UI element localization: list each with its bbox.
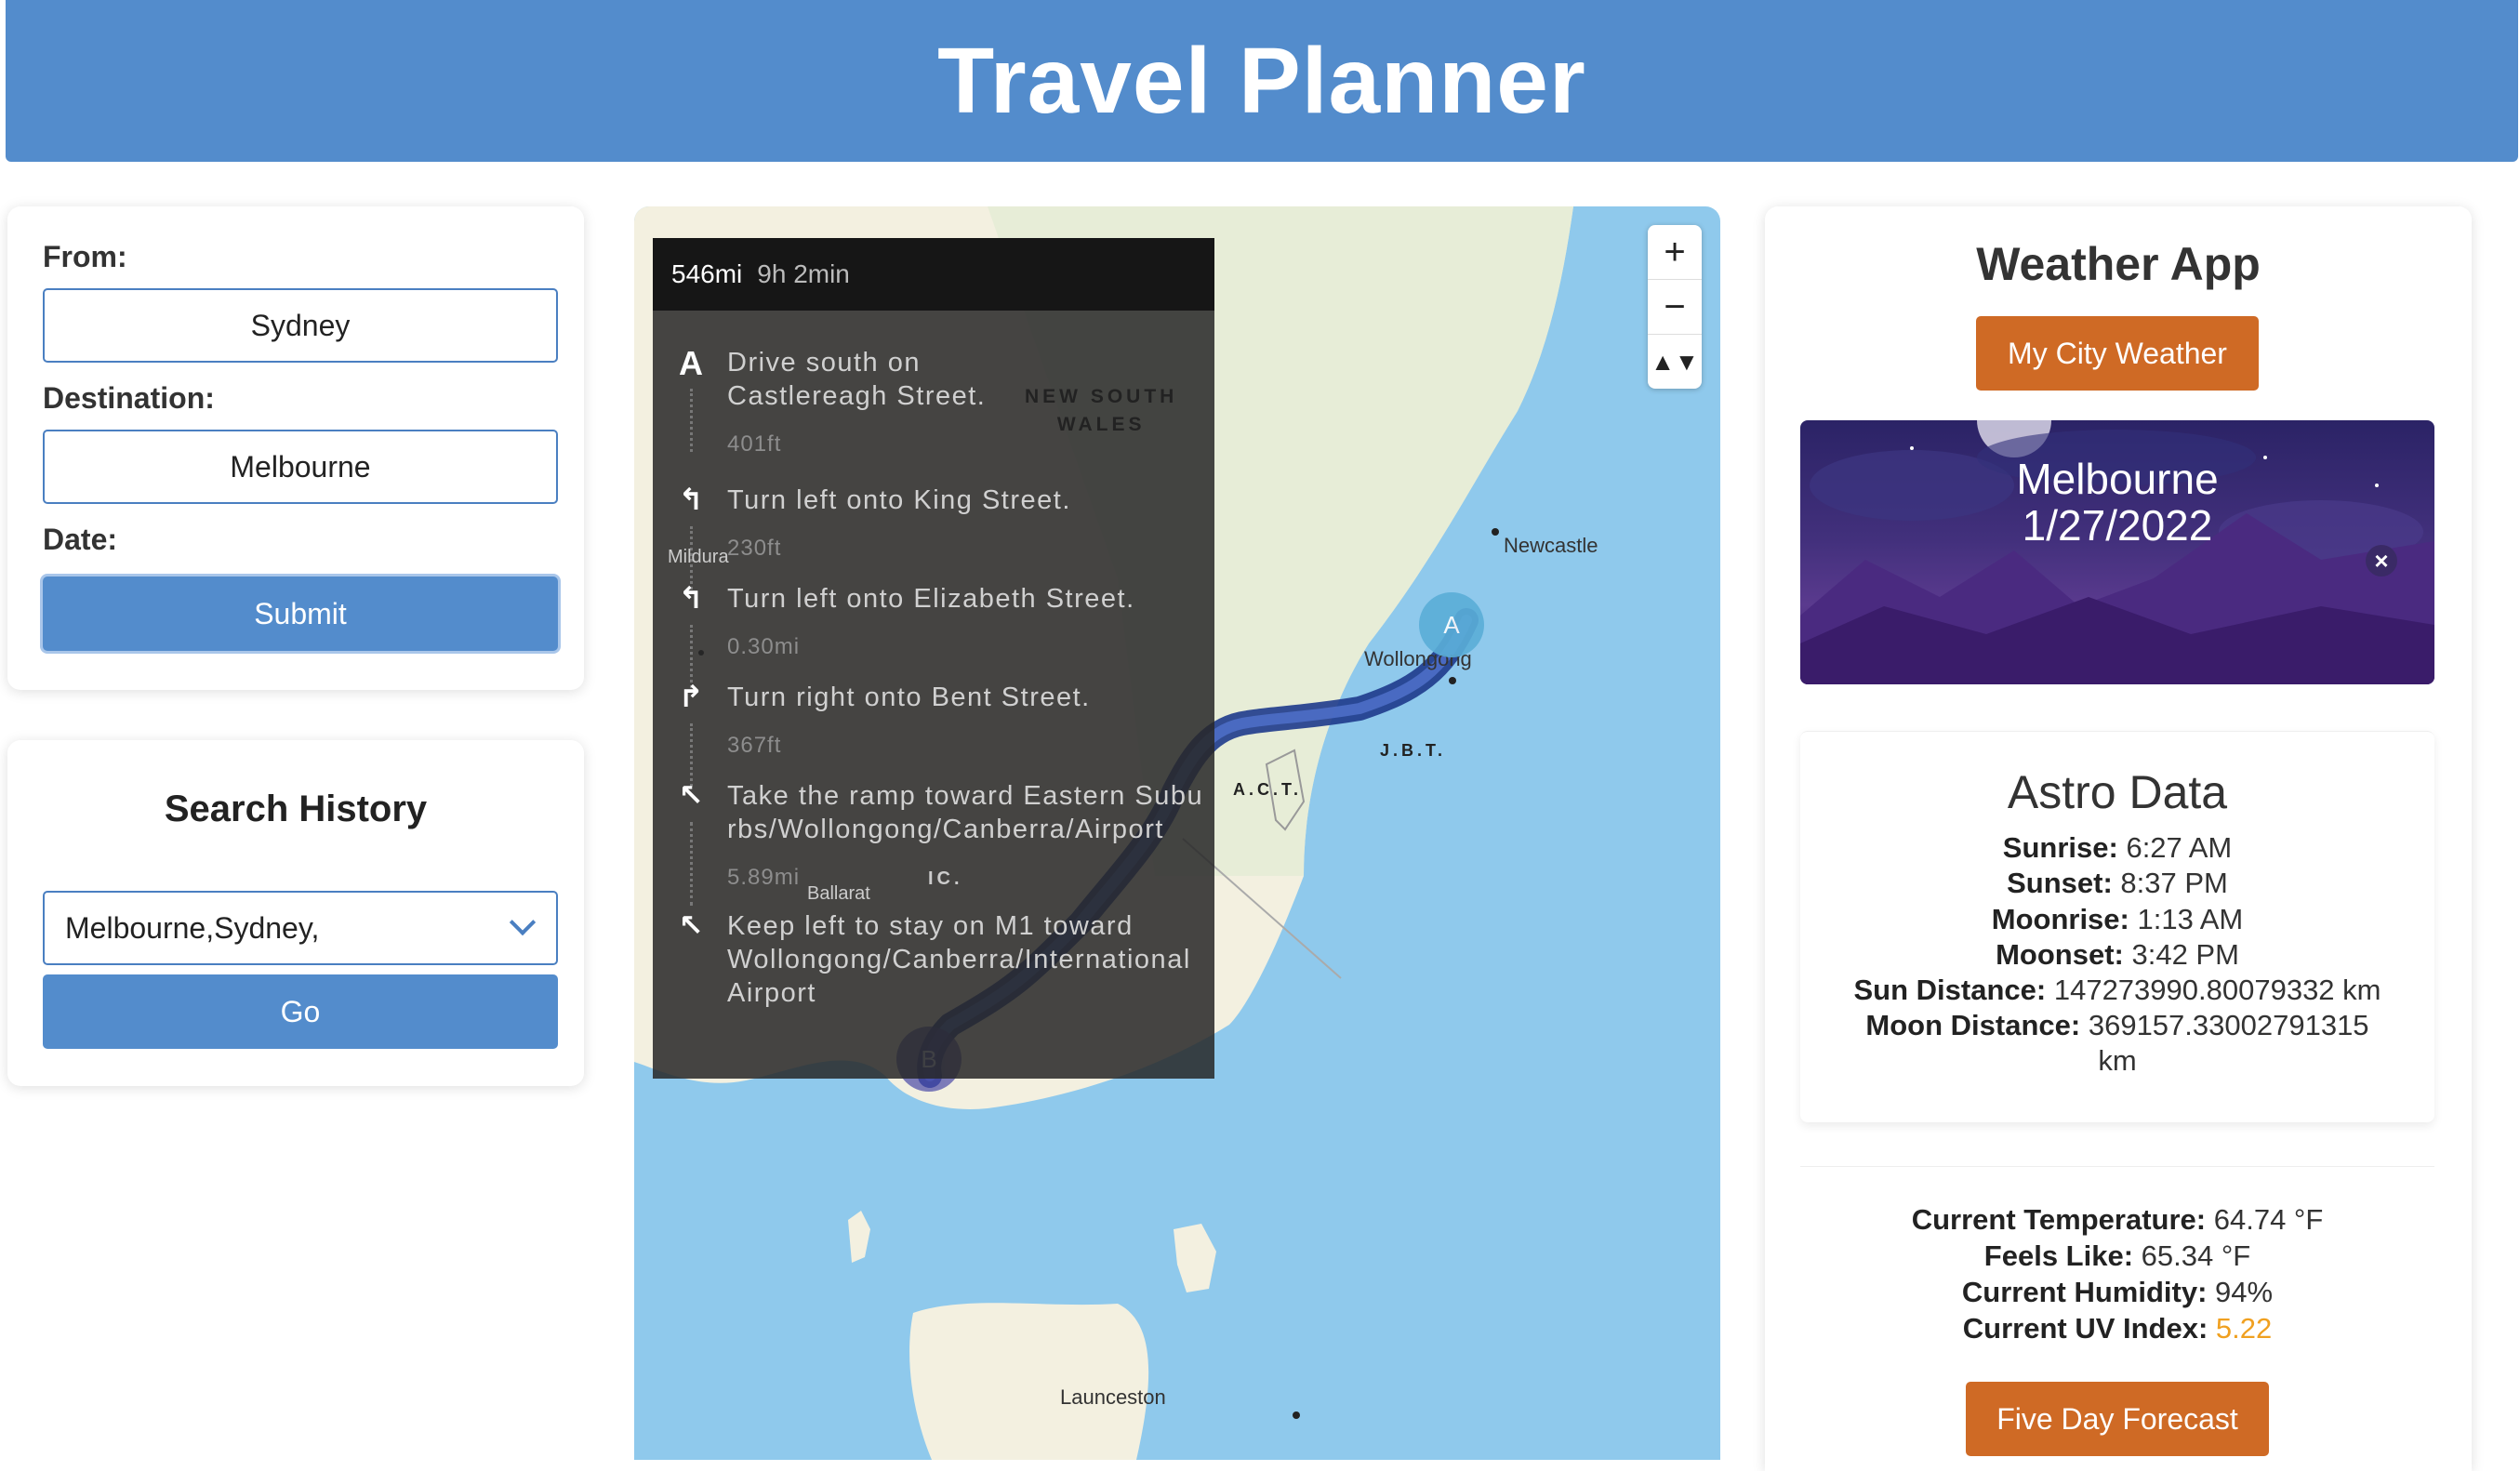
submit-button[interactable]: Submit — [43, 576, 558, 651]
my-city-weather-button[interactable]: My City Weather — [1976, 316, 2259, 391]
step-instruction: Take the ramp toward Eastern Suburbs/Wol… — [727, 781, 1204, 844]
astro-data-card: Astro Data Sunrise: 6:27 AM Sunset: 8:37… — [1800, 731, 2434, 1122]
turn-right-icon: ↱ — [678, 680, 704, 713]
direction-step[interactable]: A Drive south on Castlereagh Street. 401… — [653, 311, 1214, 457]
temperature-row: Current Temperature: 64.74 °F — [1911, 1203, 2324, 1236]
direction-step[interactable]: ↖ Keep left to stay on M1 toward Wollong… — [653, 868, 1214, 1012]
close-icon[interactable]: × — [2366, 545, 2397, 576]
step-instruction: Keep left to stay on M1 toward Wollongon… — [727, 911, 1191, 1008]
date-label: Date: — [43, 523, 118, 556]
destination-input[interactable]: Melbourne — [43, 430, 558, 504]
map-label-launceston: Launceston — [1060, 1385, 1166, 1409]
sun-distance-row: Sun Distance: 147273990.80079332 km — [1853, 974, 2381, 1006]
turn-left-icon: ↰ — [678, 581, 704, 615]
compass-button[interactable]: ▲▼ — [1648, 335, 1702, 389]
direction-step[interactable]: ↰ Turn left onto Elizabeth Street. 0.30m… — [653, 547, 1214, 688]
directions-panel: 546mi 9h 2min A Drive south on Castlerea… — [653, 238, 1214, 1079]
map-label-vic: IC. — [928, 868, 963, 889]
astro-title: Astro Data — [2007, 766, 2228, 818]
directions-summary: 546mi 9h 2min — [653, 238, 1214, 311]
app-header: Travel Planner — [6, 0, 2518, 162]
five-day-forecast-button[interactable]: Five Day Forecast — [1966, 1382, 2269, 1456]
map-label-act: A.C.T. — [1233, 780, 1303, 799]
weather-app-title: Weather App — [1976, 238, 2261, 290]
map-zoom-control: + − ▲▼ — [1648, 225, 1702, 389]
page-title: Travel Planner — [937, 28, 1586, 133]
go-button[interactable]: Go — [43, 974, 558, 1049]
moon-distance-row: Moon Distance: 369157.33002791315 — [1865, 1009, 2369, 1041]
route-map[interactable]: Newcastle Wollongong J.B.T. A.C.T. Launc… — [634, 206, 1720, 1460]
moonset-row: Moonset: 3:42 PM — [1996, 938, 2239, 971]
moonrise-row: Moonrise: 1:13 AM — [1991, 903, 2244, 935]
map-label-ballarat: Ballarat — [807, 883, 870, 904]
zoom-in-button[interactable]: + — [1648, 225, 1702, 280]
from-label: From: — [43, 240, 127, 273]
start-marker-icon: A — [679, 344, 703, 382]
weather-city: Melbourne — [2016, 455, 2219, 503]
search-history-title: Search History — [164, 789, 428, 829]
feels-like-row: Feels Like: 65.34 °F — [1983, 1239, 2251, 1272]
map-label-mildura: Mildura — [668, 547, 729, 567]
uv-index-row: Current UV Index: 5.22 — [1962, 1312, 2273, 1345]
destination-label: Destination: — [43, 381, 215, 415]
step-instruction: Turn left onto Elizabeth Street. — [727, 584, 1135, 614]
direction-step[interactable]: ↱ Turn right onto Bent Street. 367ft — [653, 645, 1214, 787]
map-label-newcastle: Newcastle — [1504, 534, 1598, 557]
route-duration: 9h 2min — [757, 259, 850, 288]
weather-banner: Melbourne 1/27/2022 × — [1800, 420, 2434, 684]
trip-form-card: From: Sydney Destination: Melbourne Date… — [7, 206, 584, 690]
sunrise-row: Sunrise: 6:27 AM — [2002, 831, 2233, 864]
direction-step[interactable]: ↖ Take the ramp toward Eastern Suburbs/W… — [653, 744, 1214, 906]
turn-left-icon: ↰ — [678, 483, 704, 516]
step-instruction: Turn left onto King Street. — [727, 485, 1071, 515]
map-label-jbt: J.B.T. — [1380, 741, 1447, 760]
weather-date: 1/27/2022 — [2022, 501, 2213, 550]
from-input[interactable]: Sydney — [43, 288, 558, 363]
route-distance: 546mi — [671, 259, 743, 288]
map-label-nsw: NEW SOUTH WALES — [1025, 386, 1178, 435]
weather-city-date: Melbourne 1/27/2022 — [1800, 456, 2434, 549]
chevron-down-icon — [509, 908, 537, 936]
direction-step[interactable]: ↰ Turn left onto King Street. 230ft — [653, 448, 1214, 590]
directions-steps: A Drive south on Castlereagh Street. 401… — [653, 311, 1214, 1012]
step-instruction: Turn right onto Bent Street. — [727, 682, 1091, 712]
keep-left-icon: ↖ — [678, 908, 704, 942]
zoom-out-button[interactable]: − — [1648, 280, 1702, 335]
history-select[interactable]: Melbourne,Sydney, — [43, 891, 558, 965]
sunset-row: Sunset: 8:37 PM — [2007, 867, 2228, 899]
search-history-card: Search History Melbourne,Sydney, Go — [7, 740, 584, 1086]
route-start-pin[interactable]: A — [1419, 592, 1484, 657]
humidity-row: Current Humidity: 94% — [1961, 1276, 2274, 1308]
history-select-value: Melbourne,Sydney, — [65, 910, 320, 945]
moon-distance-unit: km — [2098, 1044, 2137, 1077]
ramp-left-icon: ↖ — [678, 778, 704, 812]
